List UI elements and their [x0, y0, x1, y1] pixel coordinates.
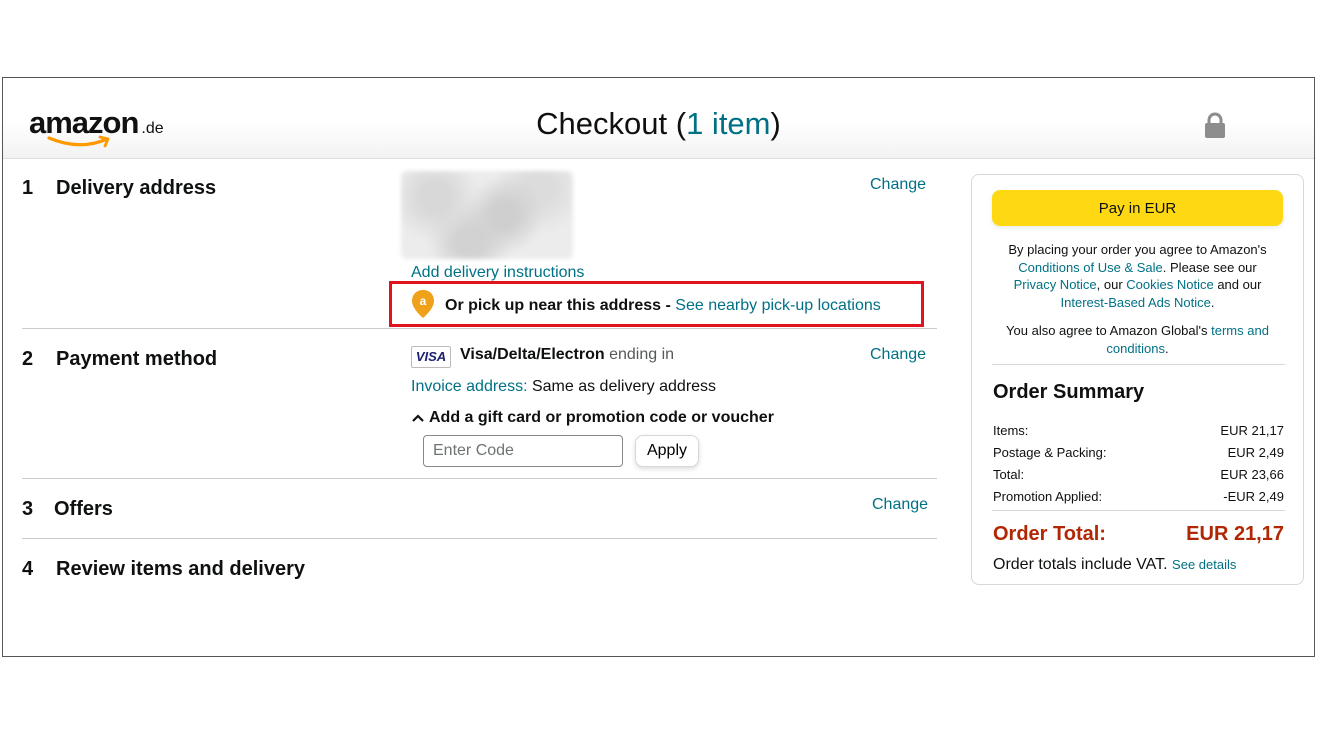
lock-icon	[1205, 112, 1225, 138]
section-divider	[22, 478, 937, 479]
add-delivery-instructions-link[interactable]: Add delivery instructions	[411, 264, 584, 282]
promo-code-input[interactable]	[423, 435, 623, 467]
order-total-value: EUR 21,17	[1186, 523, 1284, 545]
invoice-address-value: Same as delivery address	[527, 378, 717, 395]
legal-text: .	[1210, 294, 1215, 310]
chevron-up-icon	[412, 414, 424, 422]
summary-row-promotion: Promotion Applied: -EUR 2,49	[993, 489, 1284, 504]
step-number-payment: 2	[22, 348, 34, 370]
amazon-pin-icon: a	[412, 290, 434, 318]
summary-label: Promotion Applied:	[993, 489, 1103, 504]
apply-code-button[interactable]: Apply	[635, 435, 699, 467]
conditions-of-use-link[interactable]: Conditions of Use & Sale	[1018, 260, 1163, 275]
change-offers-link[interactable]: Change	[872, 496, 928, 514]
change-payment-link[interactable]: Change	[870, 346, 926, 364]
panel-divider	[992, 364, 1285, 365]
checkout-header: amazon .de Checkout (1 item)	[3, 78, 1314, 159]
gift-card-toggle[interactable]: Add a gift card or promotion code or vou…	[411, 409, 774, 427]
section-divider	[22, 328, 937, 329]
summary-row-postage: Postage & Packing: EUR 2,49	[993, 445, 1284, 460]
order-summary-heading: Order Summary	[993, 381, 1145, 403]
review-items-heading: Review items and delivery	[56, 558, 306, 580]
card-name: Visa/Delta/Electron	[460, 346, 605, 363]
offers-heading: Offers	[54, 498, 113, 520]
svg-text:a: a	[420, 294, 427, 308]
vat-text: Order totals include VAT.	[993, 556, 1173, 573]
see-details-link[interactable]: See details	[1172, 557, 1236, 572]
global-terms: You also agree to Amazon Global's terms …	[990, 322, 1285, 357]
legal-text: , our	[1096, 277, 1127, 292]
title-suffix: )	[770, 106, 781, 141]
summary-value: EUR 23,66	[1220, 467, 1284, 482]
section-divider	[22, 538, 937, 539]
legal-text: You also agree to Amazon Global's	[1006, 323, 1212, 338]
legal-text: By placing your order you agree to Amazo…	[1008, 242, 1267, 257]
privacy-notice-link[interactable]: Privacy Notice	[1014, 277, 1097, 292]
page-title: Checkout (1 item)	[3, 106, 1314, 142]
order-total-label: Order Total:	[993, 523, 1106, 545]
summary-value: EUR 2,49	[1227, 445, 1284, 460]
step-number-delivery: 1	[22, 177, 34, 199]
item-count-link[interactable]: 1 item	[686, 106, 770, 141]
checkout-page: amazon .de Checkout (1 item) 1 Delivery a…	[2, 77, 1315, 657]
card-suffix: ending in	[604, 346, 675, 363]
invoice-address: Invoice address: Same as delivery addres…	[411, 378, 716, 396]
pickup-option: Or pick up near this address - See nearb…	[445, 297, 881, 315]
pickup-text: Or pick up near this address -	[445, 297, 676, 314]
delivery-address-redacted	[401, 171, 573, 259]
step-number-offers: 3	[22, 498, 34, 520]
cookies-notice-link[interactable]: Cookies Notice	[1126, 277, 1213, 292]
summary-label: Total:	[993, 467, 1025, 482]
visa-card-icon: VISA	[411, 346, 451, 368]
invoice-address-link[interactable]: Invoice address:	[411, 378, 528, 395]
pay-in-eur-button[interactable]: Pay in EUR	[992, 190, 1283, 226]
legal-text: and our	[1213, 277, 1262, 292]
summary-value: -EUR 2,49	[1223, 489, 1284, 504]
interest-based-ads-link[interactable]: Interest-Based Ads Notice	[1061, 295, 1211, 310]
delivery-address-heading: Delivery address	[56, 177, 217, 199]
summary-row-items: Items: EUR 21,17	[993, 423, 1284, 438]
card-description: Visa/Delta/Electron ending in	[460, 346, 674, 364]
gift-card-toggle-label: Add a gift card or promotion code or vou…	[429, 409, 774, 426]
summary-label: Items:	[993, 423, 1029, 438]
legal-text: . Please see our	[1162, 259, 1257, 275]
change-delivery-link[interactable]: Change	[870, 176, 926, 194]
order-total: Order Total: EUR 21,17	[993, 523, 1284, 546]
summary-value: EUR 21,17	[1220, 423, 1284, 438]
legal-agreement: By placing your order you agree to Amazo…	[990, 241, 1285, 311]
nearby-pickup-link[interactable]: See nearby pick-up locations	[675, 297, 880, 314]
title-prefix: Checkout (	[536, 106, 687, 141]
vat-note: Order totals include VAT. See details	[993, 556, 1236, 574]
payment-method-heading: Payment method	[56, 348, 218, 370]
legal-text: .	[1164, 340, 1169, 356]
summary-label: Postage & Packing:	[993, 445, 1107, 460]
summary-row-total: Total: EUR 23,66	[993, 467, 1284, 482]
step-number-review: 4	[22, 558, 34, 580]
panel-divider	[992, 510, 1285, 511]
